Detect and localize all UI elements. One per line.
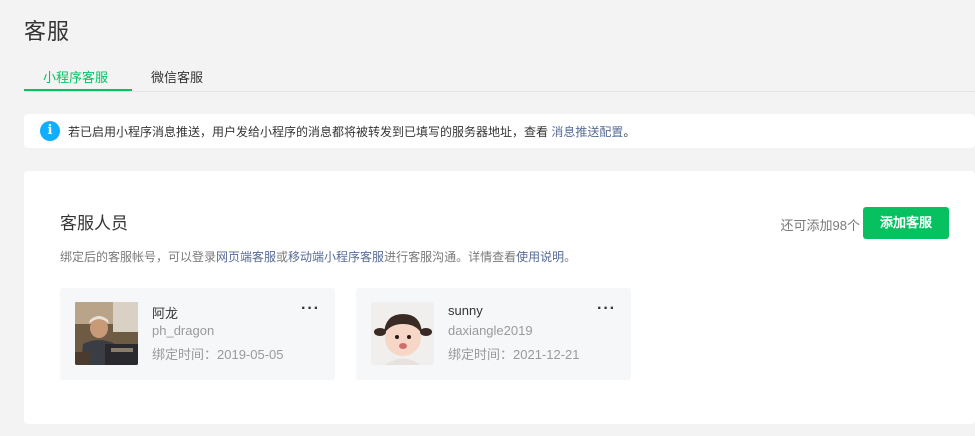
bind-time-label: 绑定时间： [448, 347, 514, 362]
tab-active-indicator [24, 89, 132, 91]
info-icon: i [40, 121, 60, 141]
usage-guide-link[interactable]: 使用说明 [516, 250, 564, 264]
desc-text-1: 绑定后的客服帐号，可以登录 [60, 250, 217, 264]
notice-message: 若已启用小程序消息推送，用户发给小程序的消息都将被转发到已填写的服务器地址，查看 [68, 125, 552, 139]
desc-text-2: 或 [276, 250, 289, 264]
tab-wechat-service[interactable]: 微信客服 [151, 67, 203, 86]
add-service-button[interactable]: 添加客服 [863, 207, 949, 239]
agent-name: sunny [448, 303, 483, 318]
bind-time-value: 2021-12-21 [513, 347, 580, 362]
message-push-config-link[interactable]: 消息推送配置 [551, 125, 623, 139]
agent-card: sunny daxiangle2019 绑定时间：2021-12-21 ··· [356, 288, 631, 380]
agent-name: 阿龙 [152, 306, 179, 321]
agent-bind-time: 绑定时间：2019-05-05 [152, 344, 284, 363]
more-options-icon[interactable]: ··· [301, 300, 320, 318]
remaining-count: 还可添加98个 [780, 218, 860, 233]
agent-account: ph_dragon [152, 323, 215, 338]
avatar [75, 302, 138, 365]
page-title: 客服 [24, 19, 71, 44]
agent-account: daxiangle2019 [448, 323, 533, 338]
service-staff-card: 客服人员 还可添加98个 添加客服 绑定后的客服帐号，可以登录网页端客服或移动端… [24, 171, 975, 424]
tab-miniprogram-service[interactable]: 小程序客服 [43, 67, 108, 86]
desc-text-3: 进行客服沟通。详情查看 [384, 250, 517, 264]
bind-time-label: 绑定时间： [152, 347, 218, 362]
notice-suffix: 。 [623, 125, 636, 139]
desc-text-4: 。 [564, 250, 577, 264]
bind-time-value: 2019-05-05 [217, 347, 284, 362]
section-description: 绑定后的客服帐号，可以登录网页端客服或移动端小程序客服进行客服沟通。详情查看使用… [60, 248, 576, 265]
tab-bar: 小程序客服 微信客服 [24, 60, 975, 92]
section-title: 客服人员 [60, 214, 128, 233]
agent-card: 阿龙 ph_dragon 绑定时间：2019-05-05 ··· [60, 288, 335, 380]
web-service-link[interactable]: 网页端客服 [216, 250, 276, 264]
more-options-icon[interactable]: ··· [597, 300, 616, 318]
avatar [371, 302, 434, 365]
notice-text: 若已启用小程序消息推送，用户发给小程序的消息都将被转发到已填写的服务器地址，查看… [68, 123, 635, 140]
notice-bar: i 若已启用小程序消息推送，用户发给小程序的消息都将被转发到已填写的服务器地址，… [24, 114, 975, 148]
mobile-service-link[interactable]: 移动端小程序客服 [288, 250, 384, 264]
agent-bind-time: 绑定时间：2021-12-21 [448, 344, 580, 363]
